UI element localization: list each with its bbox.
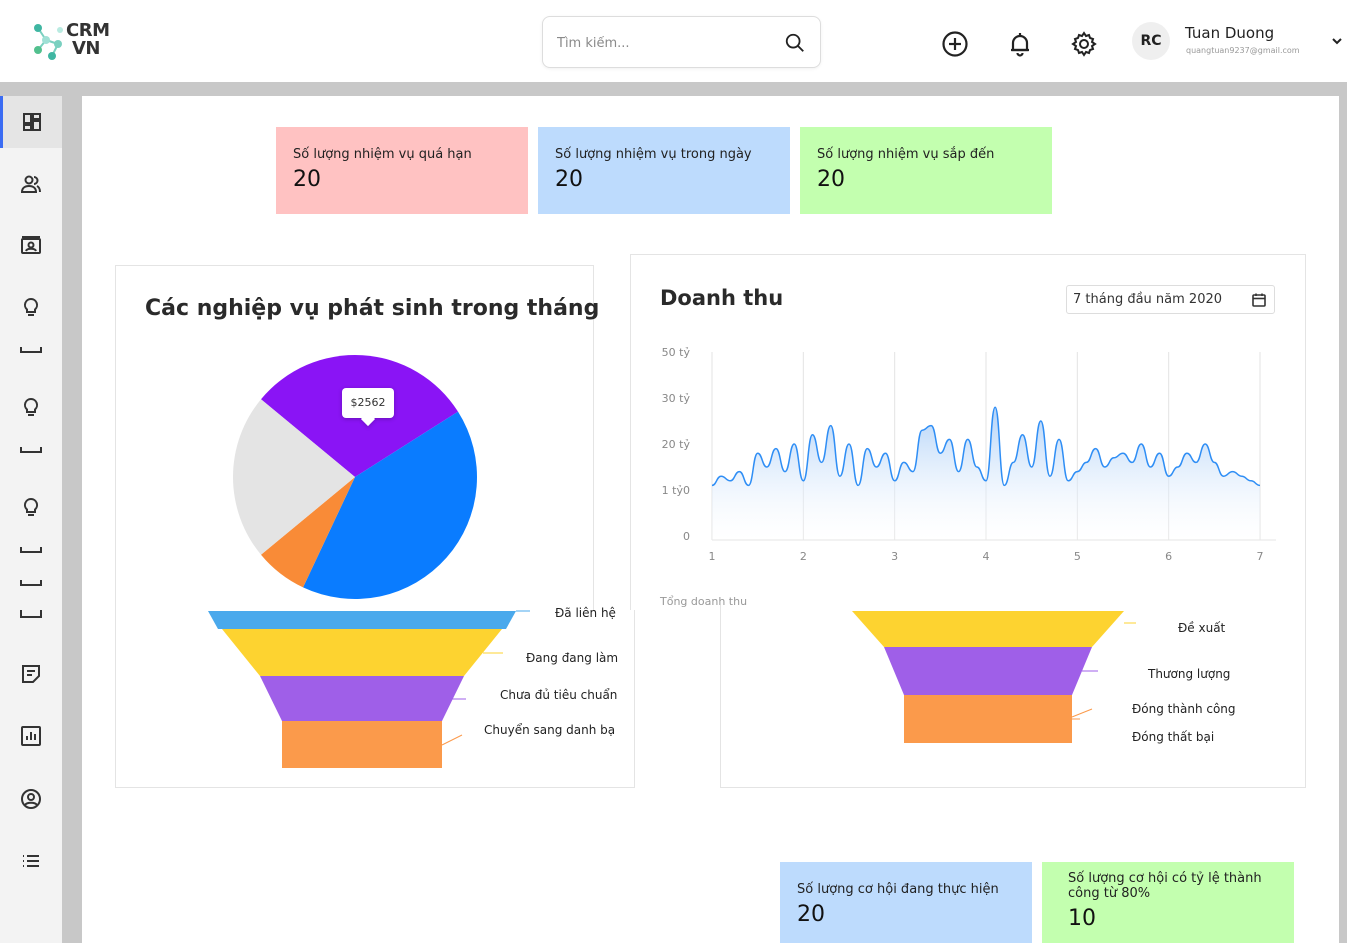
funnel-leader-line bbox=[1071, 708, 1093, 718]
search-box[interactable] bbox=[542, 16, 821, 68]
sidebar-item-ideas-1[interactable] bbox=[0, 282, 62, 334]
stat-value: 10 bbox=[1068, 906, 1096, 931]
x-tick-label: 3 bbox=[891, 550, 898, 563]
user-email: quangtuan9237@gmail.com bbox=[1186, 46, 1300, 55]
sidebar-collapsed-item-3[interactable] bbox=[20, 547, 42, 553]
contacts-icon bbox=[20, 175, 41, 193]
stat-label: Số lượng cơ hội đang thực hiện bbox=[797, 882, 999, 897]
chevron-down-icon[interactable] bbox=[1330, 34, 1344, 48]
x-tick-label: 6 bbox=[1165, 550, 1172, 563]
funnel-label-2: Đóng thành công bbox=[1132, 702, 1236, 716]
funnel-segment-3[interactable] bbox=[904, 695, 1072, 743]
stat-card-overdue[interactable]: Số lượng nhiệm vụ quá hạn 20 bbox=[276, 127, 528, 214]
x-tick-label: 7 bbox=[1257, 550, 1264, 563]
lightbulb-icon bbox=[23, 397, 39, 416]
bell-icon[interactable] bbox=[1006, 30, 1034, 58]
pie-panel-overlap bbox=[594, 265, 634, 610]
stat-card-opportunities-80[interactable]: Số lượng cơ hội có tỷ lệ thành công từ 8… bbox=[1042, 862, 1294, 943]
add-circle-icon[interactable] bbox=[941, 30, 969, 58]
x-tick-label: 5 bbox=[1074, 550, 1081, 563]
lightbulb-icon bbox=[23, 297, 39, 316]
user-name[interactable]: Tuan Duong bbox=[1185, 24, 1274, 42]
funnel-segment-0[interactable] bbox=[208, 611, 516, 629]
sidebar-item-contacts[interactable] bbox=[0, 158, 62, 210]
deal-funnel-chart[interactable]: Đề xuất Thương lượng Đóng thành công Đóng t… bbox=[840, 605, 1260, 775]
notes-icon bbox=[22, 665, 40, 683]
funnel-label-1: Thương lượng bbox=[1147, 667, 1230, 681]
sidebar-collapsed-item-1[interactable] bbox=[20, 347, 42, 353]
y-tick-label: 0 bbox=[683, 530, 690, 543]
funnel-segment-1[interactable] bbox=[884, 647, 1092, 695]
x-tick-label: 2 bbox=[800, 550, 807, 563]
calendar-icon[interactable] bbox=[1251, 292, 1267, 308]
x-tick-label: 1 bbox=[709, 550, 716, 563]
dashboard-icon bbox=[23, 113, 41, 131]
sidebar-gutter bbox=[62, 82, 82, 943]
content-frame-right bbox=[1339, 82, 1347, 943]
funnel-label-0: Đề xuất bbox=[1178, 621, 1226, 635]
sidebar-item-list[interactable] bbox=[0, 835, 62, 887]
pie-tooltip: $2562 bbox=[342, 388, 394, 418]
stat-label: Số lượng nhiệm vụ sắp đến bbox=[817, 147, 995, 162]
avatar[interactable]: RC bbox=[1132, 22, 1170, 60]
user-circle-icon bbox=[21, 789, 41, 809]
funnel-label-1: Đang đang làm việc bbox=[526, 651, 620, 665]
funnel-segment-3[interactable] bbox=[282, 721, 442, 768]
report-chart-icon bbox=[21, 726, 41, 746]
content-frame-top bbox=[0, 82, 1347, 96]
funnel-label-3: Chuyển sang danh bạ bbox=[484, 723, 615, 737]
stat-card-today[interactable]: Số lượng nhiệm vụ trong ngày 20 bbox=[538, 127, 790, 214]
stat-card-opportunities-active[interactable]: Số lượng cơ hội đang thực hiện 20 bbox=[780, 862, 1032, 943]
lightbulb-icon bbox=[23, 497, 39, 516]
y-tick-label: 1 tỷ0 bbox=[662, 484, 690, 497]
contact-card-icon bbox=[21, 236, 41, 254]
list-icon bbox=[23, 855, 39, 867]
revenue-title: Doanh thu bbox=[660, 286, 784, 310]
funnel-label-0: Đã liên hệ bbox=[555, 606, 616, 620]
pie-chart[interactable] bbox=[220, 342, 490, 612]
sidebar-item-notes[interactable] bbox=[0, 648, 62, 700]
funnel-label-3: Đóng thất bại bbox=[1132, 730, 1214, 744]
stat-value: 20 bbox=[797, 902, 825, 927]
stat-value: 20 bbox=[817, 167, 845, 192]
sidebar-collapsed-item-5[interactable] bbox=[20, 610, 42, 618]
sidebar-item-dashboard[interactable] bbox=[0, 96, 62, 148]
date-range-select[interactable]: 7 tháng đầu năm 2020 bbox=[1066, 285, 1275, 314]
gear-icon[interactable] bbox=[1070, 30, 1098, 58]
sidebar-item-reports[interactable] bbox=[0, 710, 62, 762]
top-header: CRM VN RC Tuan Duong quangtuan9237@gmail… bbox=[0, 0, 1347, 82]
lead-funnel-chart[interactable]: Đã liên hệ Đang đang làm việc Chưa đủ tiêu… bbox=[200, 605, 620, 775]
pie-chart-title: Các nghiệp vụ phát sinh trong tháng bbox=[145, 296, 600, 321]
y-tick-label: 30 tỷ bbox=[662, 392, 691, 405]
y-tick-label: 50 tỷ bbox=[662, 346, 691, 359]
stat-label: Số lượng cơ hội có tỷ lệ thành công từ 8… bbox=[1068, 871, 1262, 901]
revenue-area-chart[interactable]: 1 2 3 4 5 6 7 0 1 tỷ0 20 tỷ 30 tỷ 50 tỷ bbox=[640, 336, 1290, 576]
search-icon[interactable] bbox=[784, 32, 806, 54]
sidebar-collapsed-item-2[interactable] bbox=[20, 447, 42, 453]
sidebar-collapsed-item-4[interactable] bbox=[20, 580, 42, 586]
funnel-segment-0[interactable] bbox=[852, 611, 1124, 647]
x-tick-label: 4 bbox=[983, 550, 990, 563]
sidebar-item-profile[interactable] bbox=[0, 773, 62, 825]
funnel-segment-2[interactable] bbox=[260, 676, 464, 721]
stat-value: 20 bbox=[293, 167, 321, 192]
sidebar-item-contact-cards[interactable] bbox=[0, 220, 62, 272]
funnel-leader-line bbox=[441, 734, 463, 746]
sidebar-item-ideas-2[interactable] bbox=[0, 382, 62, 434]
stat-card-upcoming[interactable]: Số lượng nhiệm vụ sắp đến 20 bbox=[800, 127, 1052, 214]
date-range-value: 7 tháng đầu năm 2020 bbox=[1073, 292, 1223, 307]
stat-value: 20 bbox=[555, 167, 583, 192]
logo-text: CRM VN bbox=[66, 20, 110, 59]
stat-label: Số lượng nhiệm vụ trong ngày bbox=[555, 147, 752, 162]
stat-label: Số lượng nhiệm vụ quá hạn bbox=[293, 147, 472, 162]
sidebar bbox=[0, 96, 62, 943]
y-tick-label: 20 tỷ bbox=[662, 438, 691, 451]
search-input[interactable] bbox=[555, 31, 769, 55]
funnel-segment-1[interactable] bbox=[222, 629, 502, 676]
funnel-label-2: Chưa đủ tiêu chuẩn bbox=[500, 688, 617, 702]
sidebar-item-ideas-3[interactable] bbox=[0, 482, 62, 534]
